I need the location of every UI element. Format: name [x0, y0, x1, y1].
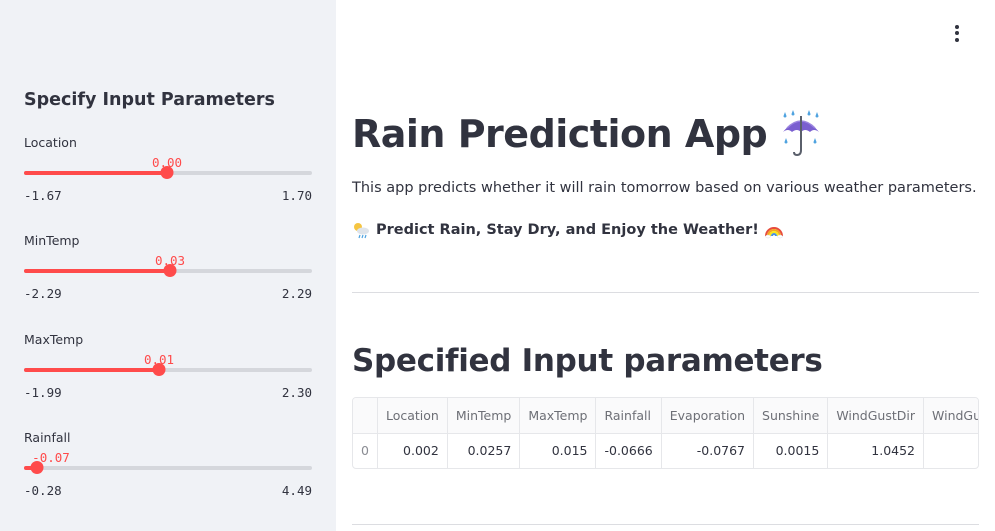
slider-label: MaxTemp: [24, 332, 84, 347]
slider-fill: [24, 171, 167, 175]
slider-thumb[interactable]: [160, 166, 174, 179]
sidebar: Specify Input Parameters Location 0.00 -…: [0, 0, 336, 531]
slider-min: -1.99: [24, 385, 62, 400]
slider-track[interactable]: [24, 368, 312, 372]
kebab-menu-icon[interactable]: [946, 22, 968, 44]
table-header-location[interactable]: Location: [377, 398, 448, 434]
tagline: Predict Rain, Stay Dry, and Enjoy the We…: [352, 221, 783, 239]
sun-behind-rain-cloud-icon: [354, 223, 369, 239]
slider-label: MinTemp: [24, 233, 80, 248]
page-title: Rain Prediction App: [352, 110, 823, 158]
slider-max: 1.70: [281, 188, 312, 203]
slider-min: -2.29: [24, 286, 62, 301]
slider-thumb[interactable]: [163, 264, 177, 277]
data-table: Location MinTemp MaxTemp Rainfall Evapor…: [353, 398, 978, 468]
table-cell[interactable]: 0.0257: [447, 433, 521, 468]
umbrella-with-rain-icon: [783, 110, 820, 157]
table-cell[interactable]: 0.015: [519, 433, 597, 468]
input-parameters-table[interactable]: Location MinTemp MaxTemp Rainfall Evapor…: [352, 397, 979, 469]
page-title-text: Rain Prediction App: [352, 112, 768, 156]
table-header-maxtemp[interactable]: MaxTemp: [519, 398, 597, 434]
slider-min: -1.67: [24, 188, 62, 203]
slider-fill: [24, 368, 159, 372]
table-cell[interactable]: [923, 433, 978, 468]
table-cell[interactable]: 1.0452: [827, 433, 925, 468]
slider-min: -0.28: [24, 483, 62, 498]
table-header-index[interactable]: [353, 398, 378, 434]
slider-max: 4.49: [281, 483, 312, 498]
table-cell[interactable]: 0.002: [377, 433, 448, 468]
table-header-windgustdir[interactable]: WindGustDir: [827, 398, 925, 434]
slider-mintemp[interactable]: MinTemp 0.03 -2.29 2.29: [24, 233, 312, 323]
sidebar-title: Specify Input Parameters: [24, 90, 275, 110]
slider-maxtemp[interactable]: MaxTemp 0.01 -1.99 2.30: [24, 332, 312, 422]
table-header-mintemp[interactable]: MinTemp: [447, 398, 521, 434]
slider-track[interactable]: [24, 466, 312, 470]
slider-max: 2.29: [281, 286, 312, 301]
divider: [352, 524, 979, 525]
table-row: 0 0.002 0.0257 0.015 -0.0666 -0.0767 0.0…: [353, 433, 978, 468]
table-cell-index[interactable]: 0: [353, 433, 378, 468]
table-cell[interactable]: -0.0666: [595, 433, 662, 468]
section-title: Specified Input parameters: [352, 343, 823, 379]
tagline-text: Predict Rain, Stay Dry, and Enjoy the We…: [376, 222, 759, 238]
slider-location[interactable]: Location 0.00 -1.67 1.70: [24, 135, 312, 225]
rainbow-icon: [764, 227, 783, 239]
slider-rainfall[interactable]: Rainfall -0.07 -0.28 4.49: [24, 430, 312, 520]
table-header-windgust[interactable]: WindGus: [923, 398, 978, 434]
intro-text: This app predicts whether it will rain t…: [352, 180, 977, 196]
table-header-sunshine[interactable]: Sunshine: [753, 398, 829, 434]
divider: [352, 292, 979, 293]
table-header-rainfall[interactable]: Rainfall: [595, 398, 662, 434]
table-cell[interactable]: 0.0015: [753, 433, 829, 468]
table-header-row: Location MinTemp MaxTemp Rainfall Evapor…: [353, 398, 978, 434]
slider-thumb[interactable]: [30, 461, 44, 474]
slider-fill: [24, 269, 170, 273]
slider-label: Rainfall: [24, 430, 71, 445]
slider-max: 2.30: [281, 385, 312, 400]
table-cell[interactable]: -0.0767: [661, 433, 755, 468]
table-header-evaporation[interactable]: Evaporation: [661, 398, 755, 434]
slider-thumb[interactable]: [152, 363, 166, 376]
slider-label: Location: [24, 135, 77, 150]
